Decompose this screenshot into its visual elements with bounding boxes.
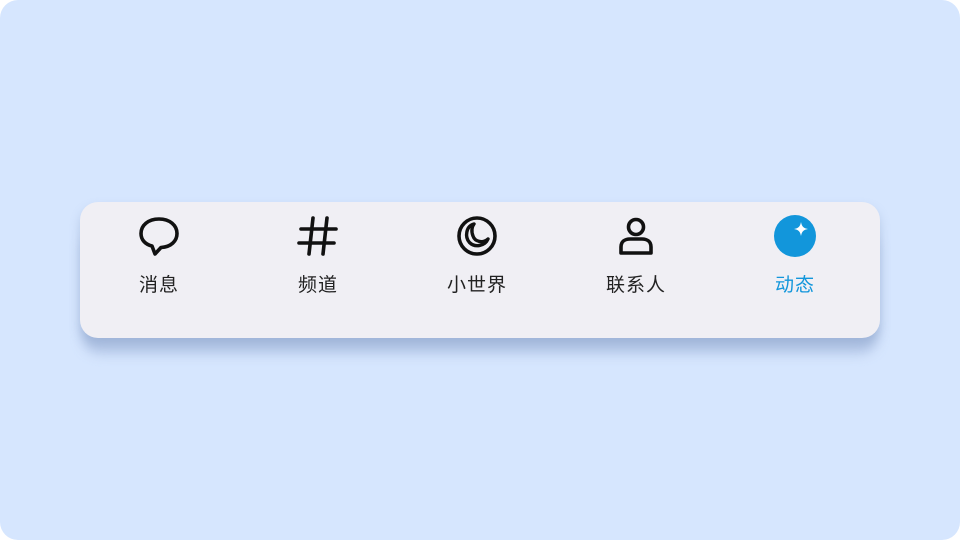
app-canvas: 消息 频道 小世界 联系人 动态 bbox=[0, 0, 960, 540]
hashtag-icon bbox=[294, 212, 342, 260]
tab-label: 频道 bbox=[297, 274, 338, 296]
person-icon bbox=[612, 212, 660, 260]
planet-ring-icon bbox=[453, 212, 501, 260]
tab-label: 小世界 bbox=[446, 274, 507, 296]
tab-messages[interactable]: 消息 bbox=[104, 212, 214, 302]
chat-bubble-icon bbox=[135, 212, 183, 260]
sparkle-circle-icon bbox=[771, 212, 819, 260]
tab-label: 消息 bbox=[138, 274, 179, 296]
tab-label: 动态 bbox=[774, 274, 815, 296]
tab-channels[interactable]: 频道 bbox=[263, 212, 373, 302]
tab-small-world[interactable]: 小世界 bbox=[422, 212, 532, 302]
tab-label: 联系人 bbox=[605, 274, 666, 296]
bottom-tab-bar: 消息 频道 小世界 联系人 动态 bbox=[80, 202, 880, 338]
tab-contacts[interactable]: 联系人 bbox=[581, 212, 691, 302]
tab-moments[interactable]: 动态 bbox=[740, 212, 850, 302]
